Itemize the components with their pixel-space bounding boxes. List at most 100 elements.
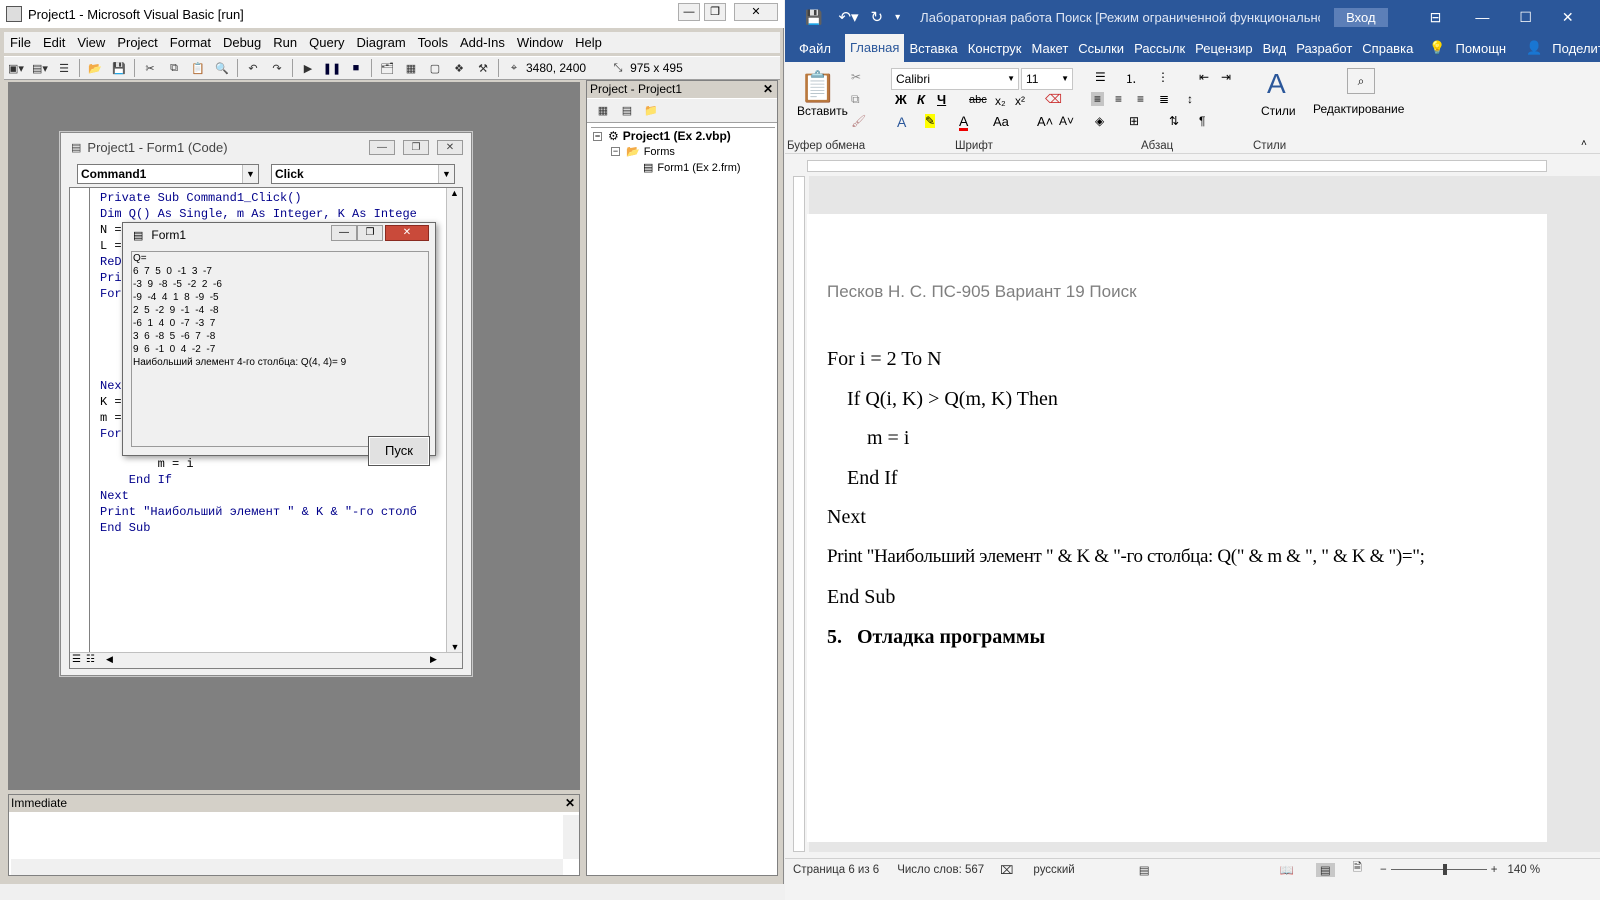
save-icon[interactable]: 💾 <box>109 59 129 77</box>
tree-folder-node[interactable]: − 📂 Forms <box>611 145 675 158</box>
menu-debug[interactable]: Debug <box>217 35 267 50</box>
editing-button[interactable]: Редактирование <box>1313 102 1404 116</box>
immediate-input[interactable] <box>11 815 561 859</box>
break-icon[interactable]: ❚❚ <box>322 59 342 77</box>
menu-query[interactable]: Query <box>303 35 350 50</box>
highlight-icon[interactable]: ✎ <box>925 114 936 128</box>
code-maximize-button[interactable]: ❐ <box>403 140 429 155</box>
redo-icon[interactable]: ↻ <box>871 8 884 26</box>
toggle-folders-icon[interactable]: 📁 <box>641 102 661 120</box>
vb-close-button[interactable]: ✕ <box>734 3 778 21</box>
end-icon[interactable]: ■ <box>346 59 366 77</box>
focus-icon[interactable]: ▤ <box>1139 863 1150 877</box>
tab-design[interactable]: Конструк <box>963 41 1027 56</box>
properties-icon[interactable]: ▦ <box>401 59 421 77</box>
menu-edit[interactable]: Edit <box>37 35 71 50</box>
find-icon[interactable]: 🔍 <box>212 59 232 77</box>
add-form-icon[interactable]: ▤▾ <box>30 59 50 77</box>
chevron-down-icon[interactable]: ▼ <box>242 165 258 183</box>
copy-icon[interactable]: ⧉ <box>164 59 184 77</box>
code-horizontal-scrollbar[interactable]: ☰ ☷ ◀ ▶ <box>70 652 462 668</box>
increase-indent-icon[interactable]: ⇥ <box>1221 70 1231 84</box>
proofing-icon[interactable]: ⌧ <box>1000 863 1013 877</box>
read-mode-icon[interactable]: 📖 <box>1280 863 1294 877</box>
tab-developer[interactable]: Разработ <box>1291 41 1357 56</box>
line-spacing-icon[interactable]: ↕ <box>1187 92 1193 106</box>
copy-icon[interactable]: ⧉ <box>851 92 860 107</box>
chevron-down-icon[interactable]: ▼ <box>1061 69 1069 89</box>
collapse-ribbon-icon[interactable]: ˄ <box>1581 138 1587 149</box>
save-icon[interactable]: 💾 <box>805 9 822 26</box>
web-layout-icon[interactable]: 🗎 <box>1353 860 1362 879</box>
code-minimize-button[interactable]: — <box>369 140 395 155</box>
tab-help[interactable]: Справка <box>1357 41 1418 56</box>
justify-icon[interactable]: ≣ <box>1159 92 1169 106</box>
align-center-icon[interactable]: ≡ <box>1115 92 1122 106</box>
font-color-icon[interactable]: A <box>959 114 969 131</box>
tell-me-search[interactable]: Помощн <box>1450 41 1511 56</box>
ribbon-display-icon[interactable]: ⊟ <box>1430 9 1442 26</box>
show-marks-icon[interactable]: ¶ <box>1199 114 1205 128</box>
font-size-box[interactable]: 11 ▼ <box>1021 68 1073 90</box>
shading-icon[interactable]: ◈ <box>1095 114 1104 128</box>
collapse-icon[interactable]: − <box>593 131 602 141</box>
chevron-down-icon[interactable]: ▼ <box>438 165 454 183</box>
view-code-icon[interactable]: ▦ <box>593 102 613 120</box>
font-name-box[interactable]: Calibri ▼ <box>891 68 1019 90</box>
styles-button[interactable]: Стили <box>1261 104 1296 118</box>
close-icon[interactable]: ✕ <box>1562 9 1574 26</box>
align-right-icon[interactable]: ≡ <box>1137 92 1144 106</box>
language[interactable]: русский <box>1033 864 1074 876</box>
document-page[interactable]: Песков Н. С. ПС-905 Вариант 19 Поиск For… <box>807 214 1547 842</box>
menu-tools[interactable]: Tools <box>412 35 454 50</box>
tab-view[interactable]: Вид <box>1258 41 1292 56</box>
redo-icon[interactable]: ↷ <box>267 59 287 77</box>
strikethrough-icon[interactable]: abc <box>969 94 987 106</box>
immediate-horizontal-scrollbar[interactable] <box>11 859 563 875</box>
menu-view[interactable]: View <box>71 35 111 50</box>
close-icon[interactable]: ✕ <box>565 796 575 810</box>
word-count[interactable]: Число слов: 567 <box>897 864 984 876</box>
code-vertical-scrollbar[interactable]: ▲ ▼ <box>446 188 462 652</box>
scroll-right-icon[interactable]: ▶ <box>430 654 437 665</box>
vb-restore-button[interactable]: ❐ <box>704 3 726 21</box>
paste-label[interactable]: Вставить <box>797 104 848 118</box>
share-button[interactable]: Поделиться <box>1547 41 1600 56</box>
page-indicator[interactable]: Страница 6 из 6 <box>793 864 879 876</box>
menu-run[interactable]: Run <box>267 35 303 50</box>
change-case-icon[interactable]: Aa <box>993 114 1009 129</box>
form1-minimize-button[interactable]: — <box>331 225 357 241</box>
bullets-icon[interactable]: ☰ <box>1095 70 1106 84</box>
underline-icon[interactable]: Ч <box>937 92 946 107</box>
tab-insert[interactable]: Вставка <box>904 41 962 56</box>
multilevel-list-icon[interactable]: ⋮ <box>1157 70 1169 84</box>
bold-icon[interactable]: Ж <box>895 92 907 107</box>
tree-form-node[interactable]: ▤ Form1 (Ex 2.frm) <box>643 161 741 175</box>
shrink-font-icon[interactable]: A˅ <box>1059 114 1074 128</box>
decrease-indent-icon[interactable]: ⇤ <box>1199 70 1209 84</box>
object-browser-icon[interactable]: ❖ <box>449 59 469 77</box>
code-close-button[interactable]: ✕ <box>437 140 463 155</box>
vertical-ruler[interactable] <box>789 176 809 852</box>
search-icon[interactable]: ⌕ <box>1347 68 1375 94</box>
form-layout-icon[interactable]: ▢ <box>425 59 445 77</box>
tab-layout[interactable]: Макет <box>1027 41 1074 56</box>
toolbox-icon[interactable]: ⚒ <box>473 59 493 77</box>
tab-review[interactable]: Рецензир <box>1190 41 1258 56</box>
add-project-icon[interactable]: ▣▾ <box>6 59 26 77</box>
chevron-down-icon[interactable]: ▼ <box>1007 69 1015 89</box>
tab-file[interactable]: Файл <box>785 41 845 56</box>
menu-addins[interactable]: Add-Ins <box>454 35 511 50</box>
cut-icon[interactable]: ✂ <box>851 70 861 84</box>
collapse-icon[interactable]: − <box>611 147 620 156</box>
sort-icon[interactable]: ⇅ <box>1169 114 1179 128</box>
scroll-down-icon[interactable]: ▼ <box>447 642 463 652</box>
numbering-icon[interactable]: ⒈ <box>1125 70 1137 87</box>
menu-project[interactable]: Project <box>111 35 163 50</box>
undo-icon[interactable]: ↶▾ <box>838 8 858 26</box>
tab-mailings[interactable]: Рассылк <box>1129 41 1190 56</box>
menu-window[interactable]: Window <box>511 35 569 50</box>
borders-icon[interactable]: ⊞ <box>1129 114 1139 128</box>
procedure-combo[interactable]: Click ▼ <box>271 164 455 184</box>
zoom-level[interactable]: 140 % <box>1507 864 1540 876</box>
